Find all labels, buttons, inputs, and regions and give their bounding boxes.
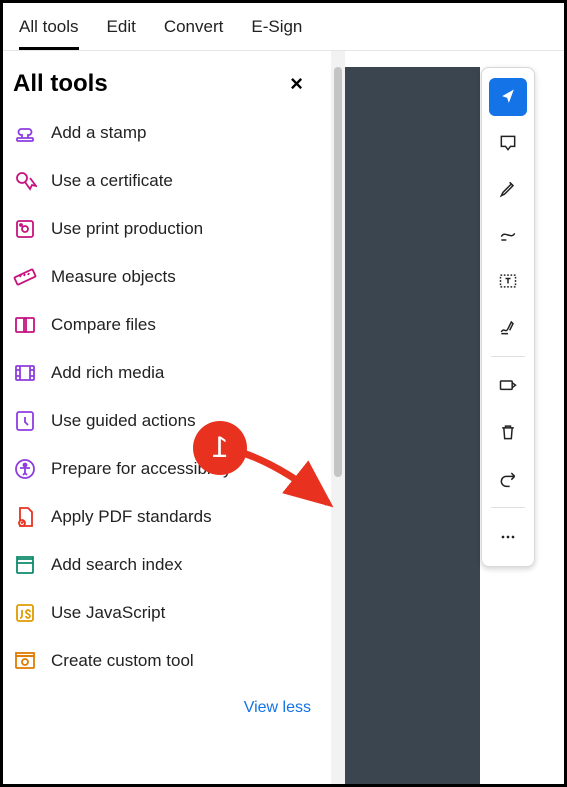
certificate-icon xyxy=(13,169,37,193)
panel-close-button[interactable]: × xyxy=(282,69,311,99)
tab-esign[interactable]: E-Sign xyxy=(251,17,302,50)
document-area xyxy=(345,51,564,784)
tab-convert[interactable]: Convert xyxy=(164,17,224,50)
tool-compare-files[interactable]: Compare files xyxy=(13,313,311,337)
all-tools-panel: All tools × Add a stamp Use a certificat… xyxy=(3,51,331,784)
tool-label: Use a certificate xyxy=(51,171,173,191)
tab-bar: All tools Edit Convert E-Sign xyxy=(3,3,564,51)
toolbar-separator xyxy=(491,356,525,357)
film-icon xyxy=(13,361,37,385)
guided-actions-icon xyxy=(13,409,37,433)
document-page[interactable] xyxy=(345,67,480,784)
tool-add-search-index[interactable]: Add search index xyxy=(13,553,311,577)
select-tool-button[interactable] xyxy=(489,78,527,116)
floating-toolbar xyxy=(481,67,535,567)
delete-tool-button[interactable] xyxy=(489,413,527,451)
tool-guided-actions[interactable]: Use guided actions xyxy=(13,409,311,433)
draw-tool-button[interactable] xyxy=(489,216,527,254)
search-index-icon xyxy=(13,553,37,577)
undo-tool-button[interactable] xyxy=(489,459,527,497)
tool-label: Use print production xyxy=(51,219,203,239)
tool-pdf-standards[interactable]: Apply PDF standards xyxy=(13,505,311,529)
ruler-icon xyxy=(13,265,37,289)
tool-label: Use JavaScript xyxy=(51,603,165,623)
tool-prepare-accessibility[interactable]: Prepare for accessibility xyxy=(13,457,311,481)
tool-create-custom[interactable]: Create custom tool xyxy=(13,649,311,673)
tool-label: Compare files xyxy=(51,315,156,335)
tool-use-javascript[interactable]: Use JavaScript xyxy=(13,601,311,625)
more-tools-button[interactable] xyxy=(489,518,527,556)
view-less-link[interactable]: View less xyxy=(13,699,311,717)
tool-label: Add search index xyxy=(51,555,182,575)
compare-icon xyxy=(13,313,37,337)
tool-print-production[interactable]: Use print production xyxy=(13,217,311,241)
sign-tool-button[interactable] xyxy=(489,308,527,346)
scrollbar-thumb[interactable] xyxy=(334,67,342,477)
tab-edit[interactable]: Edit xyxy=(107,17,136,50)
tool-label: Create custom tool xyxy=(51,651,194,671)
tool-measure-objects[interactable]: Measure objects xyxy=(13,265,311,289)
tool-add-rich-media[interactable]: Add rich media xyxy=(13,361,311,385)
tool-label: Add a stamp xyxy=(51,123,146,143)
print-production-icon xyxy=(13,217,37,241)
tool-label: Apply PDF standards xyxy=(51,507,212,527)
panel-scrollbar[interactable] xyxy=(331,51,345,784)
stamp-icon xyxy=(13,121,37,145)
pdf-standards-icon xyxy=(13,505,37,529)
tool-label: Measure objects xyxy=(51,267,176,287)
comment-tool-button[interactable] xyxy=(489,124,527,162)
custom-tool-icon xyxy=(13,649,37,673)
javascript-icon xyxy=(13,601,37,625)
tool-add-stamp[interactable]: Add a stamp xyxy=(13,121,311,145)
tool-use-certificate[interactable]: Use a certificate xyxy=(13,169,311,193)
tool-label: Add rich media xyxy=(51,363,164,383)
panel-title: All tools xyxy=(13,70,108,98)
add-text-tool-button[interactable] xyxy=(489,262,527,300)
eraser-tool-button[interactable] xyxy=(489,367,527,405)
annotation-step-badge: 1 xyxy=(193,421,247,475)
tool-label: Use guided actions xyxy=(51,411,196,431)
toolbar-separator xyxy=(491,507,525,508)
accessibility-icon xyxy=(13,457,37,481)
tab-all-tools[interactable]: All tools xyxy=(19,17,79,50)
highlight-tool-button[interactable] xyxy=(489,170,527,208)
